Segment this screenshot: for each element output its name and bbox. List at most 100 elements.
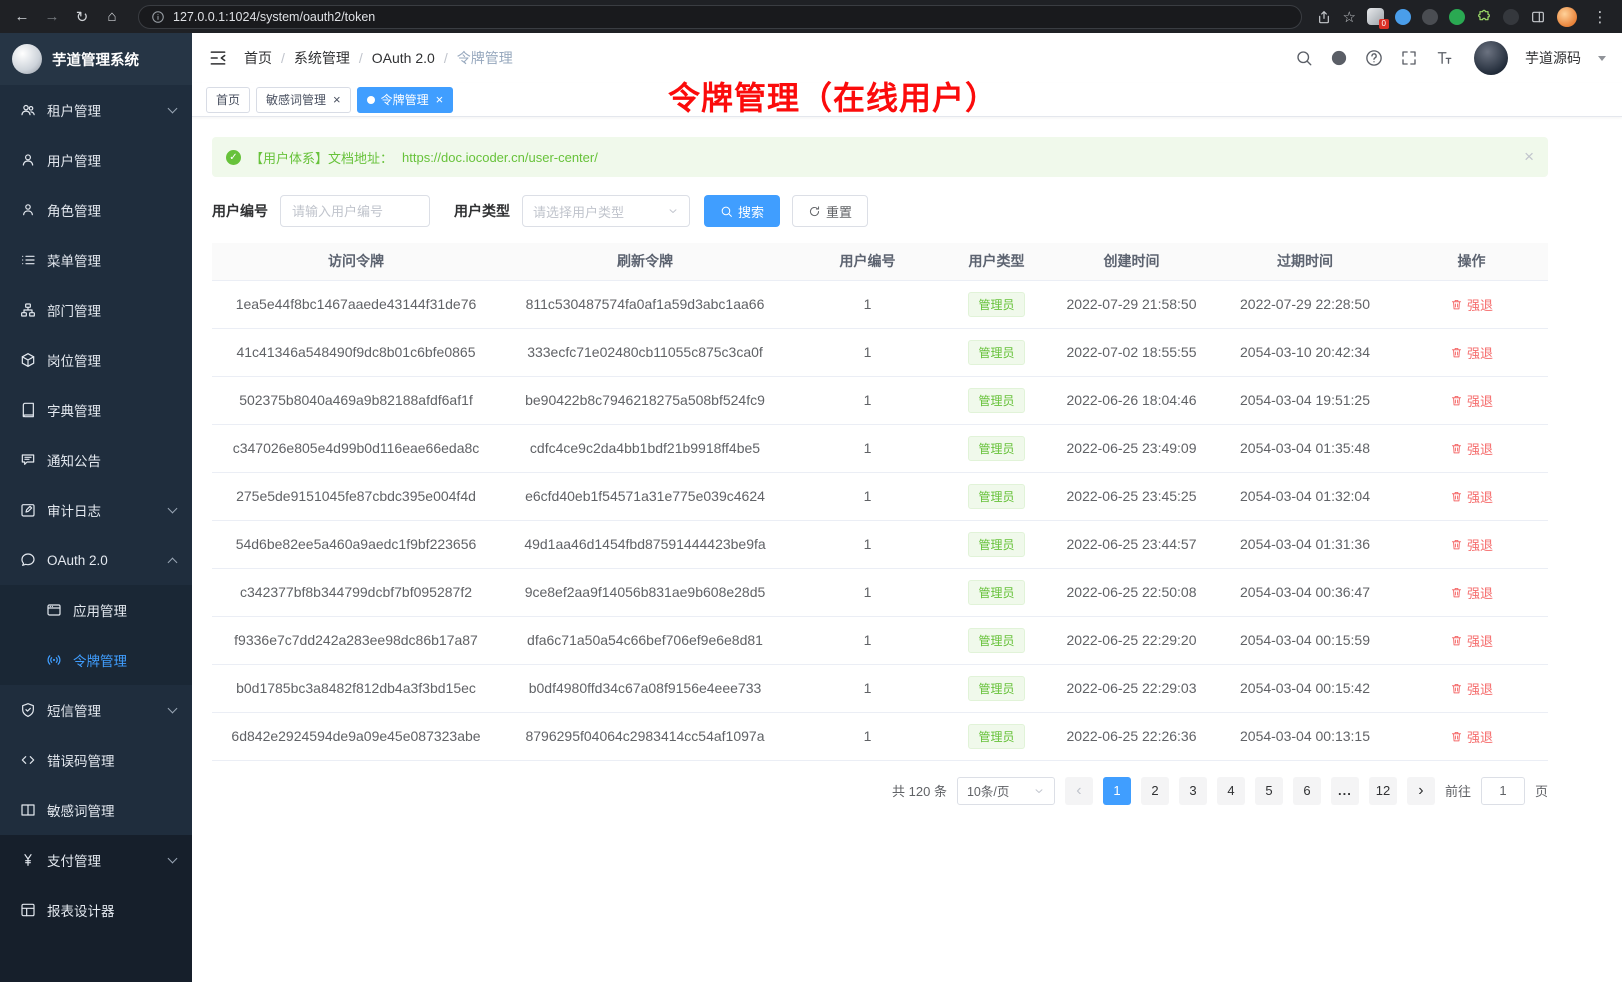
table-row: 275e5de9151045fe87cbdc395e004f4de6cfd40e…	[212, 472, 1548, 520]
github-icon[interactable]	[1330, 49, 1348, 67]
goto-page-input[interactable]	[1481, 777, 1525, 805]
extension-icon-blue[interactable]	[1395, 9, 1411, 25]
create-time-cell: 2022-06-25 23:44:57	[1048, 520, 1215, 568]
tab-token-manage[interactable]: 令牌管理×	[357, 87, 454, 113]
force-logout-button[interactable]: 强退	[1450, 343, 1493, 362]
overflow-menu-icon[interactable]: ⋮	[1588, 5, 1612, 29]
sidebar-item-error-code[interactable]: 错误码管理	[0, 735, 192, 785]
force-logout-button[interactable]: 强退	[1450, 439, 1493, 458]
home-button[interactable]: ⌂	[100, 5, 124, 29]
forward-button[interactable]: →	[40, 5, 64, 29]
reset-button[interactable]: 重置	[792, 195, 868, 227]
page-more-button[interactable]: ...	[1331, 777, 1359, 805]
expire-time-cell: 2054-03-04 01:35:48	[1215, 424, 1395, 472]
browser-profile-avatar[interactable]	[1557, 7, 1577, 27]
create-time-cell: 2022-06-25 22:26:36	[1048, 712, 1215, 760]
force-logout-button[interactable]: 强退	[1450, 535, 1493, 554]
username[interactable]: 芋道源码	[1525, 48, 1581, 68]
sidebar-item-audit-log[interactable]: 审计日志	[0, 485, 192, 535]
site-info-icon[interactable]	[151, 10, 165, 24]
sidebar-item-dept[interactable]: 部门管理	[0, 285, 192, 335]
sidebar-collapse-button[interactable]	[208, 48, 228, 68]
force-logout-button[interactable]: 强退	[1450, 391, 1493, 410]
search-icon[interactable]	[1295, 49, 1313, 67]
page-button-4[interactable]: 4	[1217, 777, 1245, 805]
prev-page-button[interactable]: ‹	[1065, 777, 1093, 805]
breadcrumb-item[interactable]: 系统管理	[294, 48, 350, 68]
tab-close-icon[interactable]: ×	[333, 93, 341, 106]
sidebar-item-token-manage[interactable]: 令牌管理	[0, 635, 192, 685]
sidebar-item-pay[interactable]: 支付管理	[0, 835, 192, 885]
bookmark-star-icon[interactable]: ☆	[1343, 8, 1356, 26]
chevron-down-icon[interactable]	[1598, 56, 1606, 61]
font-size-icon[interactable]	[1435, 49, 1453, 67]
search-button[interactable]: 搜索	[704, 195, 780, 227]
sidebar-item-report-designer[interactable]: 报表设计器	[0, 885, 192, 935]
split-view-icon[interactable]	[1530, 9, 1546, 25]
doc-link[interactable]: https://doc.iocoder.cn/user-center/	[402, 150, 598, 165]
page-button-2[interactable]: 2	[1141, 777, 1169, 805]
reload-button[interactable]: ↻	[70, 5, 94, 29]
sidebar-item-label: 审计日志	[47, 500, 169, 520]
sidebar-item-post[interactable]: 岗位管理	[0, 335, 192, 385]
app-logo[interactable]: 芋道管理系统	[0, 33, 192, 85]
sidebar-item-app-manage[interactable]: 应用管理	[0, 585, 192, 635]
access-token-cell: c347026e805e4d99b0d116eae66eda8c	[212, 424, 500, 472]
fullscreen-icon[interactable]	[1400, 49, 1418, 67]
page-button-12[interactable]: 12	[1369, 777, 1397, 805]
sidebar-item-oauth[interactable]: OAuth 2.0	[0, 535, 192, 585]
sidebar-item-label: 短信管理	[47, 700, 169, 720]
help-icon[interactable]	[1365, 49, 1383, 67]
breadcrumb-item[interactable]: 首页	[244, 48, 272, 68]
url-bar[interactable]: 127.0.0.1:1024/system/oauth2/token	[138, 5, 1302, 29]
force-logout-button[interactable]: 强退	[1450, 583, 1493, 602]
page-size-select[interactable]: 10条/页	[957, 777, 1055, 805]
extension-icon-dark2[interactable]	[1503, 9, 1519, 25]
page-button-1[interactable]: 1	[1103, 777, 1131, 805]
expire-time-cell: 2054-03-04 19:51:25	[1215, 376, 1395, 424]
force-logout-button[interactable]: 强退	[1450, 727, 1493, 746]
access-token-cell: 54d6be82ee5a460a9aedc1f9bf223656	[212, 520, 500, 568]
sidebar-item-role[interactable]: 角色管理	[0, 185, 192, 235]
sidebar-item-sms[interactable]: 短信管理	[0, 685, 192, 735]
force-logout-button[interactable]: 强退	[1450, 679, 1493, 698]
extension-icon-green[interactable]	[1449, 9, 1465, 25]
sidebar-item-dict[interactable]: 字典管理	[0, 385, 192, 435]
annotation-text: 令牌管理（在线用户）	[668, 73, 998, 119]
breadcrumb-separator: /	[281, 50, 285, 66]
force-logout-button[interactable]: 强退	[1450, 295, 1493, 314]
trash-icon	[1450, 586, 1463, 599]
tab-home[interactable]: 首页	[206, 87, 250, 113]
tab-close-icon[interactable]: ×	[436, 93, 444, 106]
page-button-3[interactable]: 3	[1179, 777, 1207, 805]
action-cell: 强退	[1395, 616, 1548, 664]
user-id-input[interactable]	[280, 195, 430, 227]
role-icon	[20, 202, 36, 218]
extension-icon-dark[interactable]	[1422, 9, 1438, 25]
force-logout-button[interactable]: 强退	[1450, 631, 1493, 650]
extension-icon-badged[interactable]: 0	[1367, 8, 1384, 25]
breadcrumb-item[interactable]: OAuth 2.0	[372, 50, 435, 66]
next-page-button[interactable]: ›	[1407, 777, 1435, 805]
user-avatar[interactable]	[1474, 41, 1508, 75]
tab-label: 首页	[216, 91, 240, 108]
sidebar-item-label: 字典管理	[47, 400, 176, 420]
sidebar-item-notice[interactable]: 通知公告	[0, 435, 192, 485]
sidebar-item-sensitive-word[interactable]: 敏感词管理	[0, 785, 192, 835]
tab-sensitive-word[interactable]: 敏感词管理×	[256, 87, 351, 113]
user-type-select[interactable]: 请选择用户类型	[522, 195, 690, 227]
alert-close-icon[interactable]: ×	[1524, 147, 1534, 167]
sidebar-item-menu[interactable]: 菜单管理	[0, 235, 192, 285]
force-logout-button[interactable]: 强退	[1450, 487, 1493, 506]
extensions-puzzle-icon[interactable]	[1476, 9, 1492, 25]
page-button-6[interactable]: 6	[1293, 777, 1321, 805]
action-cell: 强退	[1395, 664, 1548, 712]
sidebar-item-tenant[interactable]: 租户管理	[0, 85, 192, 135]
share-icon[interactable]	[1316, 9, 1332, 25]
page-button-5[interactable]: 5	[1255, 777, 1283, 805]
back-button[interactable]: ←	[10, 5, 34, 29]
sidebar-item-user[interactable]: 用户管理	[0, 135, 192, 185]
app-logo-image	[12, 44, 42, 74]
refresh-token-cell: b0df4980ffd34c67a08f9156e4eee733	[500, 664, 790, 712]
user-type-badge: 管理员	[968, 340, 1024, 365]
